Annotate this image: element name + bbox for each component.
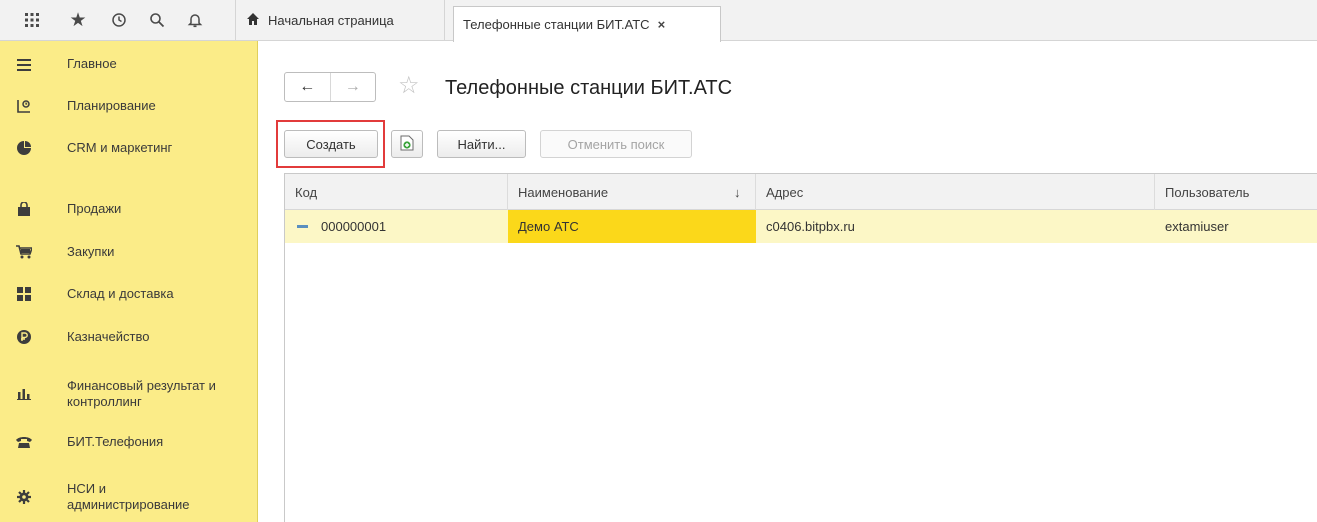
column-header-code[interactable]: Код [285,174,508,210]
tab-phone-stations-label: Телефонные станции БИТ.АТС [463,17,650,32]
table-header: Код Наименование ↓ Адрес Пользователь [285,174,1317,210]
sidebar-item-label: Казначейство [67,329,150,344]
menu-icon [14,55,34,75]
history-nav: ← → [284,72,376,102]
cell-code-value: 000000001 [321,219,387,234]
create-button[interactable]: Создать [284,130,378,158]
sidebar-item-label: CRM и маркетинг [67,140,173,155]
cart-icon [14,242,34,262]
tab-home-label: Начальная страница [268,13,394,28]
bar-chart-icon [14,384,34,404]
apps-grid-icon[interactable] [20,8,44,32]
sidebar-item-label: БИТ.Телефония [67,434,164,449]
cell-address: c0406.bitpbx.ru [766,219,855,234]
copy-button[interactable] [391,130,423,158]
sidebar-item-label: Закупки [67,244,115,259]
sidebar-item-label: Продажи [67,201,122,216]
sort-arrow-icon: ↓ [734,184,741,200]
shopping-bag-icon [14,199,34,219]
gear-icon [14,487,34,507]
page-title: Телефонные станции БИТ.АТС [445,77,733,99]
planning-icon [14,96,34,116]
pie-chart-icon [14,138,34,158]
tab-home[interactable]: Начальная страница [238,0,445,41]
sidebar-item-label: Планирование [67,98,156,113]
cell-user: extamiuser [1165,219,1229,234]
back-button[interactable]: ← [285,73,331,101]
top-bar: ★ Начальная страница Телефонные станции … [0,0,1317,42]
sidebar-item-label: Финансовый результат и контроллинг [67,378,216,409]
copy-document-icon [400,135,414,154]
find-button[interactable]: Найти... [437,130,526,158]
cell-name[interactable]: Демо АТС [508,210,756,243]
item-state-icon [297,225,308,228]
sidebar-item-label: Склад и доставка [67,286,174,301]
tab-phone-stations[interactable]: Телефонные станции БИТ.АТС × [453,6,721,42]
column-header-address[interactable]: Адрес [756,174,1155,210]
favorite-star-icon[interactable]: ☆ [398,73,420,99]
forward-button[interactable]: → [331,73,376,101]
close-icon[interactable]: × [658,17,666,32]
history-icon[interactable] [107,8,131,32]
sidebar: Главное Планирование CRM и маркетинг Про… [0,41,258,522]
star-icon[interactable]: ★ [66,8,90,32]
treasury-icon [14,327,34,347]
column-header-user[interactable]: Пользователь [1155,174,1317,210]
home-icon [246,12,260,29]
bell-icon[interactable] [183,8,207,32]
topbar-divider [235,0,236,41]
cell-code: 000000001 [285,210,508,243]
table-row[interactable]: 000000001 Демо АТС c0406.bitpbx.ru extam… [285,210,1317,243]
search-icon[interactable] [145,8,169,32]
column-header-name[interactable]: Наименование ↓ [508,174,756,210]
stations-table: Код Наименование ↓ Адрес Пользователь 00… [284,173,1317,522]
column-header-name-label: Наименование [518,184,609,200]
warehouse-icon [14,284,34,304]
cancel-search-button[interactable]: Отменить поиск [540,130,692,158]
phone-icon [14,432,34,452]
sidebar-item-label: НСИ и администрирование [67,481,190,512]
sidebar-item-label: Главное [67,56,117,71]
